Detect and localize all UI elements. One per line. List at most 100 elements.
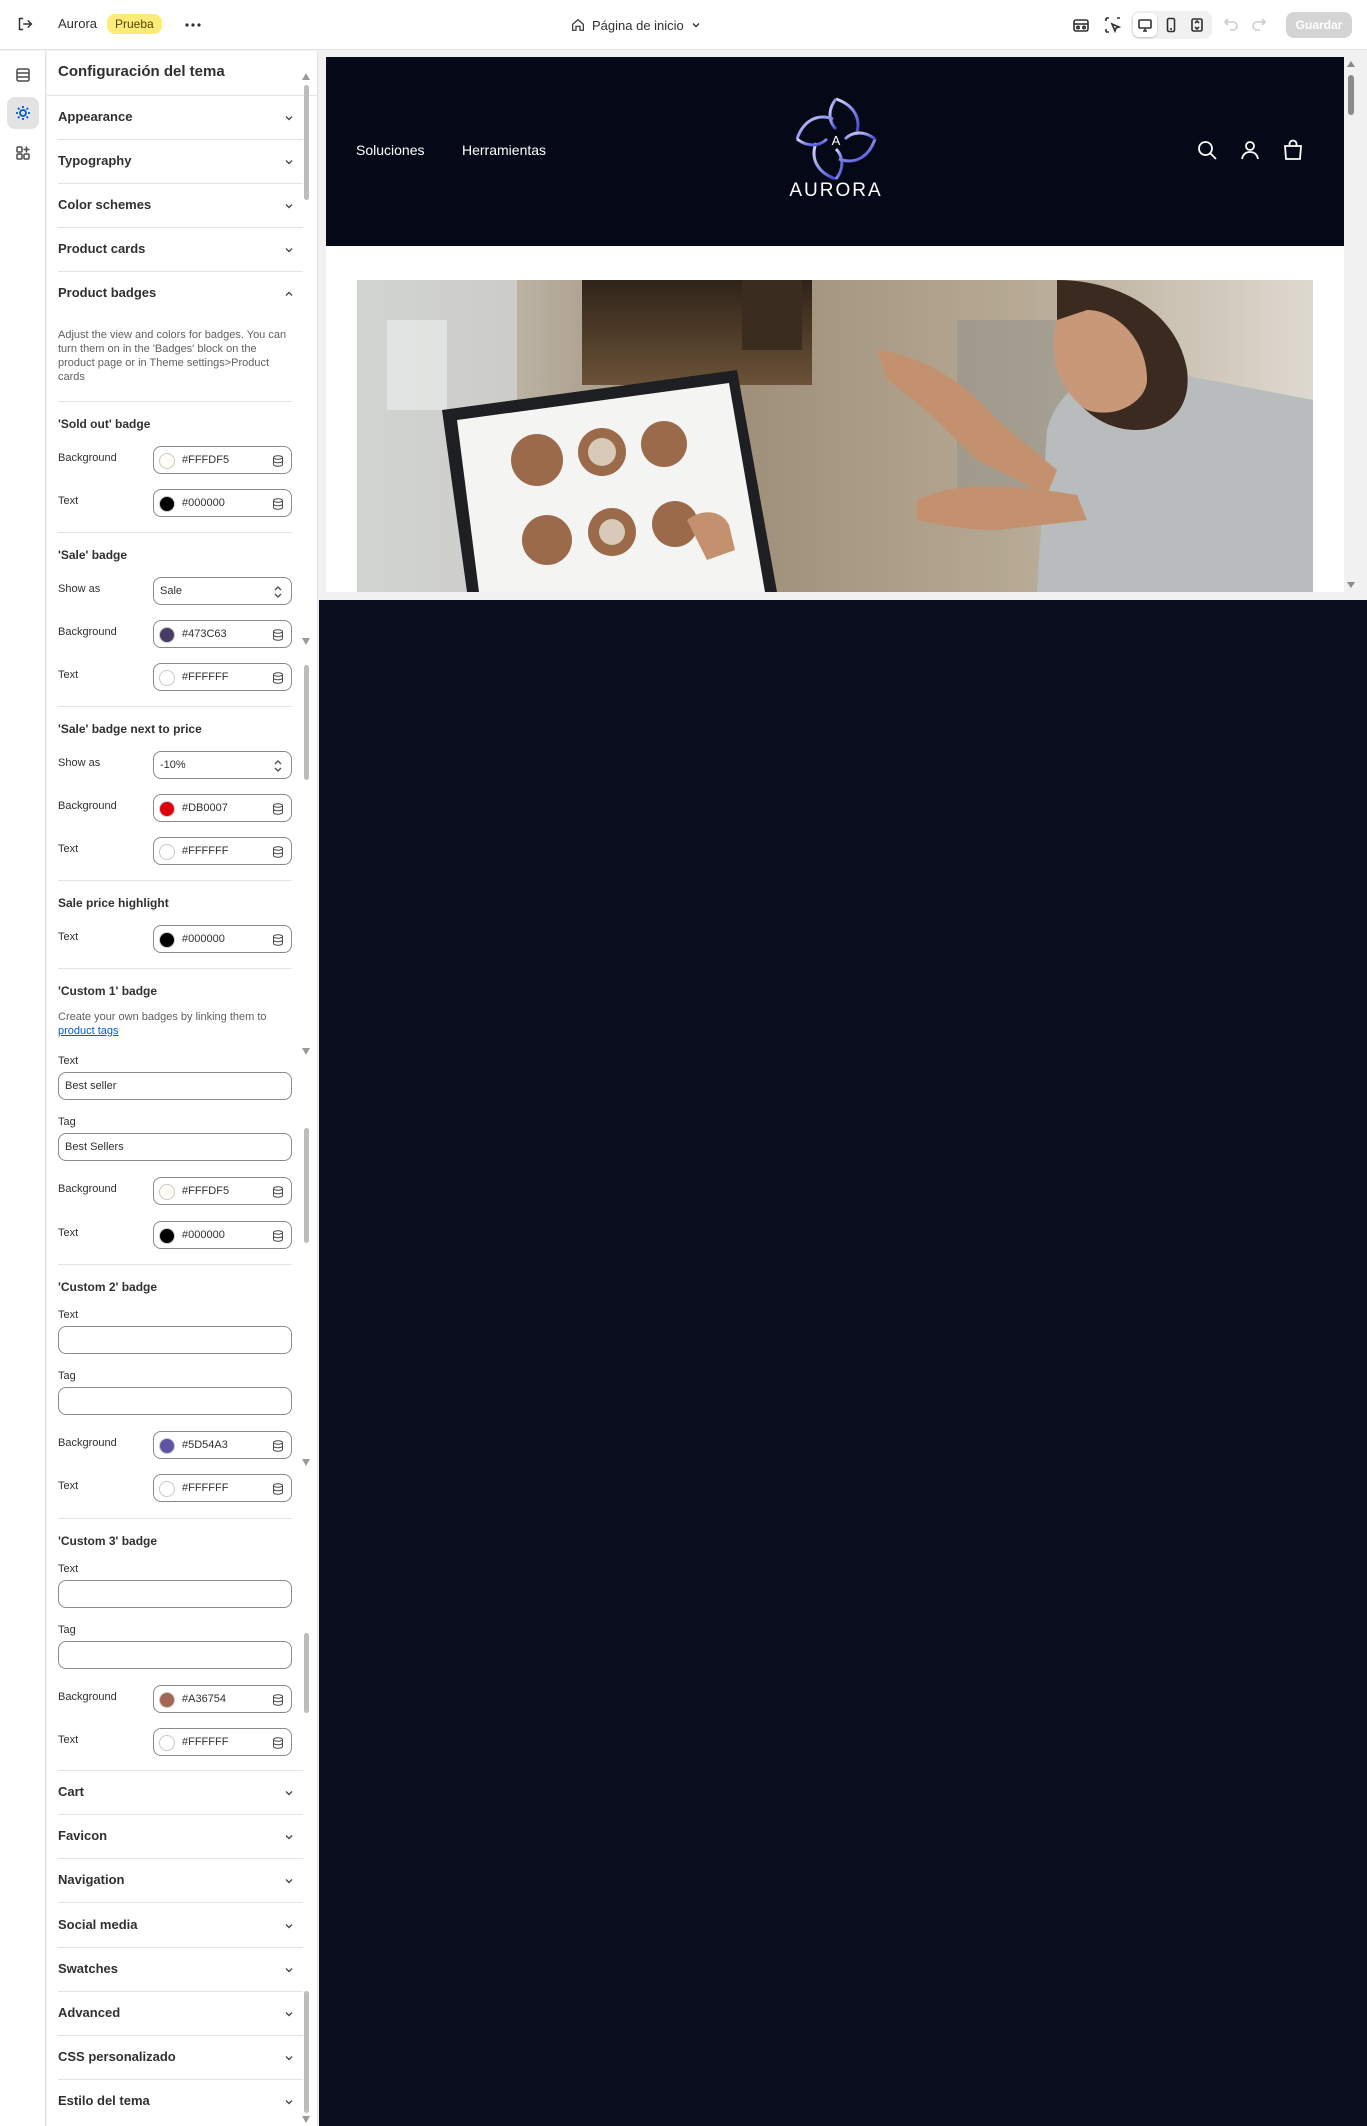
scrollbar-thumb[interactable] [304,85,309,200]
section-cart[interactable]: Cart [58,1771,303,1815]
section-swatches[interactable]: Swatches [58,1948,303,1992]
color-swatch[interactable] [159,496,175,512]
save-button[interactable]: Guardar [1286,12,1352,38]
color-stack-icon[interactable] [271,1229,285,1243]
custom1-tag-input[interactable]: Best Sellers [58,1133,292,1161]
color-swatch[interactable] [159,1692,175,1708]
color-stack-icon[interactable] [271,802,285,816]
color-swatch[interactable] [159,844,175,860]
scrollbar-thumb[interactable] [304,1991,309,2113]
sold-out-background-color[interactable]: #FFFDF5 [153,446,292,474]
color-swatch[interactable] [159,1481,175,1497]
color-stack-icon[interactable] [271,1736,285,1750]
store-icon[interactable] [1069,13,1093,37]
product-tags-link[interactable]: product tags [58,1025,119,1037]
sale-price-background-color[interactable]: #DB0007 [153,794,292,822]
search-icon[interactable] [1196,139,1218,161]
color-stack-icon[interactable] [271,1185,285,1199]
custom2-text-input[interactable] [58,1326,292,1354]
section-typography[interactable]: Typography [58,140,303,184]
store-preview-frame[interactable]: Soluciones Herramientas A AURORA [326,57,1344,592]
color-stack-icon[interactable] [271,1693,285,1707]
color-stack-icon[interactable] [271,628,285,642]
aurora-logo[interactable]: A AURORA [781,91,891,201]
sold-out-text-color[interactable]: #000000 [153,489,292,517]
color-swatch[interactable] [159,627,175,643]
color-swatch[interactable] [159,670,175,686]
exit-icon[interactable] [14,13,36,35]
color-swatch[interactable] [159,801,175,817]
account-icon[interactable] [1239,139,1261,161]
scrollbar-thumb[interactable] [304,1128,309,1243]
nav-link-soluciones[interactable]: Soluciones [356,142,425,158]
section-color-schemes[interactable]: Color schemes [58,184,303,228]
color-hex: #000000 [182,1229,225,1241]
section-favicon[interactable]: Favicon [58,1815,303,1859]
color-stack-icon[interactable] [271,933,285,947]
panel-scrollbar[interactable] [301,73,311,2123]
color-swatch[interactable] [159,453,175,469]
sections-button[interactable] [7,59,39,91]
color-stack-icon[interactable] [271,1482,285,1496]
custom3-tag-input[interactable] [58,1641,292,1669]
section-product-badges[interactable]: Product badges [58,272,303,316]
theme-settings-panel: Configuración del tema Appearance Typogr… [47,51,318,2126]
color-stack-icon[interactable] [271,1439,285,1453]
custom2-tag-input[interactable] [58,1387,292,1415]
custom2-text-color[interactable]: #FFFFFF [153,1474,292,1502]
color-swatch[interactable] [159,1438,175,1454]
custom3-text-input[interactable] [58,1580,292,1608]
section-appearance[interactable]: Appearance [58,96,303,140]
color-stack-icon[interactable] [271,454,285,468]
chevron-down-icon [285,2100,293,2105]
more-icon[interactable] [181,13,205,37]
custom2-background-color[interactable]: #5D54A3 [153,1431,292,1459]
scroll-down-icon[interactable] [302,1459,310,1466]
background-label: Background [58,1437,117,1449]
color-swatch[interactable] [159,932,175,948]
section-product-cards[interactable]: Product cards [58,228,303,272]
section-navigation[interactable]: Navigation [58,1859,303,1903]
custom3-background-color[interactable]: #A36754 [153,1685,292,1713]
color-swatch[interactable] [159,1735,175,1751]
desktop-view-button[interactable] [1133,13,1157,37]
page-selector[interactable]: Página de inicio [570,14,702,36]
sale-background-color[interactable]: #473C63 [153,620,292,648]
section-social-media[interactable]: Social media [58,1904,303,1948]
color-stack-icon[interactable] [271,671,285,685]
fullscreen-view-button[interactable] [1185,13,1209,37]
theme-settings-button[interactable] [7,97,39,129]
scrollbar-thumb[interactable] [304,1633,309,1713]
preview-scrollbar[interactable] [1344,57,1358,592]
color-swatch[interactable] [159,1228,175,1244]
nav-link-herramientas[interactable]: Herramientas [462,142,546,158]
scroll-down-icon[interactable] [302,2116,310,2123]
color-hex: #000000 [182,497,225,509]
color-stack-icon[interactable] [271,845,285,859]
apps-button[interactable] [7,137,39,169]
custom3-text-color[interactable]: #FFFFFF [153,1728,292,1756]
sale-price-highlight-color[interactable]: #000000 [153,925,292,953]
mobile-view-button[interactable] [1159,13,1183,37]
scroll-down-icon[interactable] [302,1048,310,1055]
custom1-background-color[interactable]: #FFFDF5 [153,1177,292,1205]
cart-icon[interactable] [1282,139,1304,161]
sale-show-as-select[interactable]: Sale [153,577,292,605]
select-arrows-icon [274,586,282,598]
redo-icon[interactable] [1248,13,1272,37]
sale-price-show-as-select[interactable]: -10% [153,751,292,779]
section-theme-style[interactable]: Estilo del tema [58,2080,303,2124]
scrollbar-thumb[interactable] [304,665,309,780]
custom1-text-input[interactable]: Best seller [58,1072,292,1100]
custom1-text-color[interactable]: #000000 [153,1221,292,1249]
section-custom-css[interactable]: CSS personalizado [58,2036,303,2080]
undo-icon[interactable] [1218,13,1242,37]
scroll-down-icon[interactable] [302,638,310,645]
sale-text-color[interactable]: #FFFFFF [153,663,292,691]
scroll-up-icon[interactable] [302,73,310,80]
color-swatch[interactable] [159,1184,175,1200]
sale-price-text-color[interactable]: #FFFFFF [153,837,292,865]
section-advanced[interactable]: Advanced [58,1992,303,2036]
color-stack-icon[interactable] [271,497,285,511]
inspector-icon[interactable] [1101,13,1125,37]
